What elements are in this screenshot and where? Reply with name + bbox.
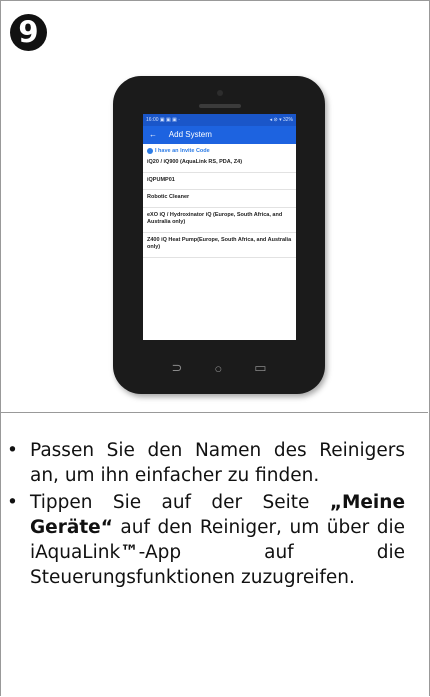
instruction-item: • Passen Sie den Namen des Reinigers an,… [7,438,405,488]
invite-code-label: I have an Invite Code [155,148,210,154]
bullet-mark: • [7,440,18,461]
info-icon [147,148,153,154]
camera-icon [217,90,223,96]
phone-screen: 16:00 ▣ ▣ ▣ · ◂ ⊘ ▾ 32% ← Add System I h… [143,114,296,340]
status-right: ◂ ⊘ ▾ 32% [269,117,293,123]
step-number-badge: 9 [10,14,47,51]
instruction-text: Tippen Sie auf der Seite [30,492,330,513]
back-arrow-icon[interactable]: ← [149,130,157,139]
home-icon[interactable]: ○ [214,361,222,376]
back-icon[interactable]: ⊃ [171,360,182,376]
system-item-iq20[interactable]: iQ20 / iQ900 (AquaLink RS, PDA, Z4) [143,155,296,173]
invite-code-link[interactable]: I have an Invite Code [143,144,296,155]
page: 9 16:00 ▣ ▣ ▣ · ◂ ⊘ ▾ 32% ← Add System I… [0,0,430,697]
app-bar: ← Add System [143,126,296,144]
instruction-text: Passen Sie den Namen des Reinigers an, u… [30,440,405,486]
phone-illustration: 16:00 ▣ ▣ ▣ · ◂ ⊘ ▾ 32% ← Add System I h… [113,76,325,394]
status-bar: 16:00 ▣ ▣ ▣ · ◂ ⊘ ▾ 32% [143,114,296,126]
bullet-mark: • [7,492,18,513]
system-item-z400[interactable]: Z400 iQ Heat Pump(Europe, South Africa, … [143,233,296,258]
menu-icon[interactable]: ▭ [254,360,266,376]
status-left: 16:00 ▣ ▣ ▣ · [146,117,180,123]
app-bar-title: Add System [168,130,212,139]
instruction-item: • Tippen Sie auf der Seite „Meine Geräte… [7,490,405,590]
speaker-icon [199,104,241,108]
system-item-exo[interactable]: eXO iQ / Hydroxinator iQ (Europe, South … [143,208,296,233]
instruction-list: • Passen Sie den Namen des Reinigers an,… [7,438,405,592]
trademark-symbol: ™ [120,542,139,563]
phone-nav-bar: ⊃ ○ ▭ [113,342,325,394]
system-item-iqpump[interactable]: iQPUMP01 [143,173,296,190]
section-divider [0,412,428,413]
system-item-robotic-cleaner[interactable]: Robotic Cleaner [143,190,296,208]
